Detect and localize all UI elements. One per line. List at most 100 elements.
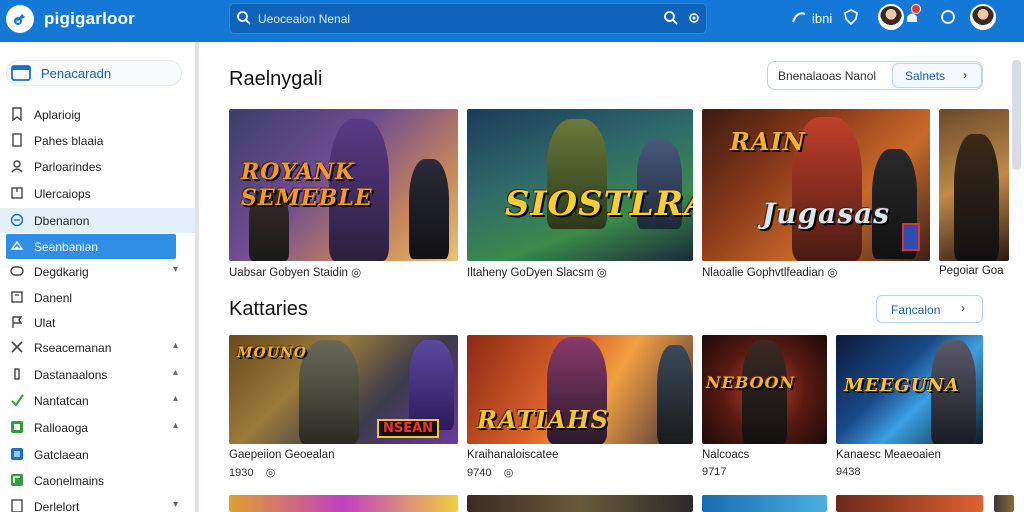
top-bar: pigigarloor ibni xyxy=(0,0,1024,42)
chevron-up-icon[interactable]: ▴ xyxy=(173,367,178,378)
sidebar-item-rseacemanan[interactable]: Rseacemanan ▴ xyxy=(0,335,195,360)
sidebar-item-parloarindes[interactable]: Parloarindes xyxy=(0,154,195,179)
game-thumbnail[interactable] xyxy=(994,495,1014,512)
game-art-title: RATIAHS xyxy=(477,405,609,434)
game-count: 9438 xyxy=(836,466,861,478)
section-title-categories: Kattaries xyxy=(229,298,308,320)
avatar[interactable] xyxy=(878,4,904,30)
game-caption[interactable]: Kanaesc Meaeoaien xyxy=(836,449,941,461)
sidebar-item-dbenanon[interactable]: Dbenanon xyxy=(0,208,195,233)
game-caption[interactable]: Gaepeiion Geoealan xyxy=(229,449,335,461)
game-art-title: MEEGUNA xyxy=(844,375,960,396)
info-icon: ◎ xyxy=(596,267,607,279)
sidebar-item-caonelmains[interactable]: Caonelmains xyxy=(0,468,195,493)
game-thumbnail[interactable] xyxy=(702,495,827,512)
help-icon[interactable] xyxy=(940,9,956,30)
game-art-logo: MOUNO xyxy=(237,345,307,361)
bookmark-icon xyxy=(10,107,24,122)
game-thumbnail[interactable]: NEBOON xyxy=(702,335,827,444)
search-submit-icon[interactable] xyxy=(663,10,679,31)
game-caption[interactable]: Nalcoacs xyxy=(702,449,749,461)
main-scrollbar[interactable] xyxy=(1012,60,1021,170)
chevron-up-icon[interactable]: ▴ xyxy=(173,420,178,431)
sort-control[interactable]: Bnenalaoas Nanol Salnets › xyxy=(767,61,983,90)
settings-icon[interactable] xyxy=(687,11,701,30)
document-icon xyxy=(10,499,24,512)
info-icon: ◎ xyxy=(503,467,514,479)
circle-icon xyxy=(10,213,24,227)
chevron-down-icon[interactable]: ▾ xyxy=(173,264,178,275)
shield-icon[interactable] xyxy=(842,8,860,31)
file-icon xyxy=(10,133,24,147)
app-logo-icon[interactable] xyxy=(6,5,34,33)
sidebar-scrollbar[interactable] xyxy=(195,42,199,512)
search-icon xyxy=(236,10,252,31)
sidebar-item-gatclaean[interactable]: Gatclaean xyxy=(0,442,195,467)
game-thumbnail[interactable]: MOUNO NSEAN xyxy=(229,335,458,444)
chevron-down-icon[interactable]: ▾ xyxy=(173,499,178,510)
sidebar-item-ulat[interactable]: Ulat xyxy=(0,310,195,335)
game-thumbnail[interactable] xyxy=(229,495,458,512)
bar-icon xyxy=(10,367,24,381)
game-thumbnail[interactable] xyxy=(836,495,983,512)
chevron-up-icon[interactable]: ▴ xyxy=(173,393,178,404)
sidebar-header-label: Penacaradn xyxy=(41,66,112,81)
game-count: 9717 xyxy=(702,466,727,478)
sidebar-item-danenl[interactable]: Danenl xyxy=(0,285,195,310)
tag-icon xyxy=(10,186,24,200)
sidebar-item-ulercaiops[interactable]: Ulercaiops xyxy=(0,181,195,206)
game-count: 1930 ◎ xyxy=(229,467,276,479)
sort-button[interactable]: Salnets › xyxy=(892,63,982,88)
user-text[interactable]: ibni xyxy=(812,11,832,26)
sidebar-item-pahes-blaaia[interactable]: Pahes blaaia xyxy=(0,128,195,153)
search-input[interactable] xyxy=(258,9,638,29)
section-title-featured: Raelnygali xyxy=(229,68,323,90)
window-icon xyxy=(11,64,31,87)
sidebar-item-seanbanian[interactable]: Seanbanian xyxy=(6,234,176,259)
sidebar: Penacaradn Aplarioig Pahes blaaia Parloa… xyxy=(0,42,197,512)
game-art-title: ROYANK SEMEBLE xyxy=(241,159,373,211)
notification-badge xyxy=(911,4,921,14)
people-icon xyxy=(10,159,24,173)
sidebar-item-aplarioig[interactable]: Aplarioig xyxy=(0,102,195,127)
game-thumbnail[interactable]: RAIN Jugasas xyxy=(702,109,930,261)
flag-icon xyxy=(10,315,24,329)
sidebar-item-nantatcan[interactable]: Nantatcan ▴ xyxy=(0,388,195,413)
sidebar-item-derlelort[interactable]: Derlelort ▾ xyxy=(0,494,195,512)
game-art-title: SIOSTLRA xyxy=(505,184,693,224)
sidebar-item-degdkarig[interactable]: Degdkarig ▾ xyxy=(0,259,195,284)
game-art-title: NSEAN xyxy=(377,419,440,438)
game-thumbnail[interactable] xyxy=(467,495,693,512)
sidebar-item-ralloaoga[interactable]: Ralloaoga ▴ xyxy=(0,415,195,440)
game-thumbnail[interactable]: MEEGUNA xyxy=(836,335,983,444)
info-icon: ◎ xyxy=(827,267,838,279)
info-icon: ◎ xyxy=(351,267,362,279)
game-caption[interactable]: Iltaheny GoDyen Slacsm ◎ xyxy=(467,265,607,279)
chevron-right-icon: › xyxy=(963,68,967,82)
game-caption[interactable]: Nlaoalie Gophvtlfeadian ◎ xyxy=(702,265,837,279)
chevron-up-icon[interactable]: ▴ xyxy=(173,340,178,351)
game-art-title: NEBOON xyxy=(706,373,796,392)
game-caption[interactable]: Uabsar Gobyen Staidin ◎ xyxy=(229,265,361,279)
game-caption[interactable]: Kraihanaloiscatee xyxy=(467,449,558,461)
game-thumbnail[interactable] xyxy=(939,109,1009,261)
game-count: 9740 ◎ xyxy=(467,467,514,479)
game-art-title: Jugasas xyxy=(762,197,890,230)
tools-icon xyxy=(10,340,24,354)
view-all-button[interactable]: Fancalon › xyxy=(876,295,983,323)
brand-name: pigigarloor xyxy=(44,9,135,28)
chevron-right-icon: › xyxy=(961,301,965,315)
green-square-icon xyxy=(10,420,24,434)
game-thumbnail[interactable]: ROYANK SEMEBLE xyxy=(229,109,458,261)
calendar-icon xyxy=(10,290,24,304)
chat-icon xyxy=(10,264,24,278)
game-caption[interactable]: Pegoiar Goa xyxy=(939,265,1009,277)
profile-avatar[interactable] xyxy=(970,4,996,30)
search-bar[interactable] xyxy=(229,3,707,34)
game-thumbnail[interactable]: RATIAHS xyxy=(467,335,693,444)
sidebar-item-dastanaalons[interactable]: Dastanaalons ▴ xyxy=(0,362,195,387)
badge-icon xyxy=(902,223,920,251)
trending-icon[interactable] xyxy=(790,8,808,31)
game-thumbnail[interactable]: SIOSTLRA xyxy=(467,109,693,261)
sidebar-header[interactable]: Penacaradn xyxy=(6,60,182,86)
